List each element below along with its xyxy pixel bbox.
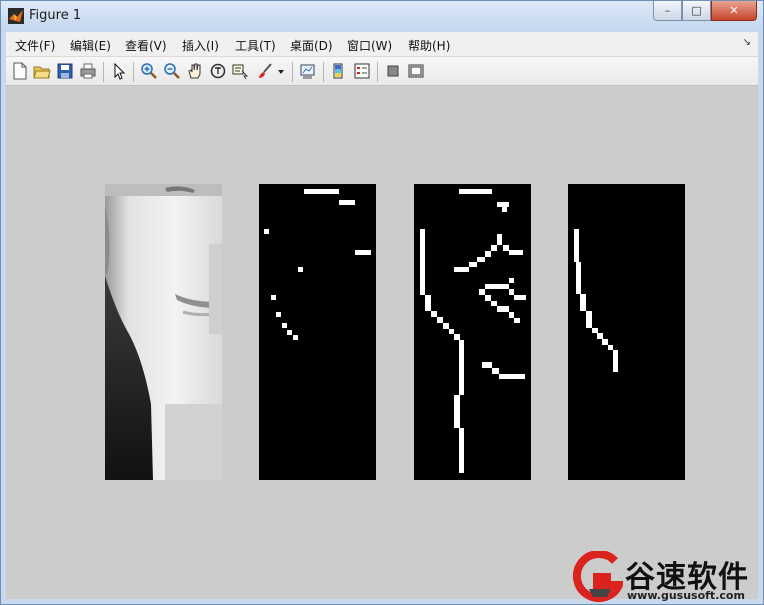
print-icon[interactable] (79, 62, 97, 80)
toolbar-separator (133, 62, 134, 82)
close-button[interactable]: ✕ (711, 1, 757, 21)
menu-file[interactable]: 文件(F) (15, 37, 55, 54)
data-cursor-icon[interactable] (232, 62, 250, 80)
edit-plot-arrow-icon[interactable] (110, 62, 128, 80)
menu-insert[interactable]: 插入(I) (182, 37, 219, 54)
toolbar-separator (103, 62, 104, 82)
grayscale-face-image (105, 184, 222, 480)
edge-map-2-svg (420, 189, 526, 473)
close-icon: ✕ (729, 4, 739, 17)
edge-map-1-svg (264, 189, 371, 340)
grayscale-face-svg (105, 184, 222, 480)
window-title: Figure 1 (29, 8, 82, 23)
insert-colorbar-icon[interactable] (330, 62, 348, 80)
menu-view[interactable]: 查看(V) (125, 37, 167, 54)
new-figure-icon[interactable] (11, 62, 29, 80)
toolbar-separator (292, 62, 293, 82)
toolbar-separator (377, 62, 378, 82)
rotate-3d-icon[interactable] (209, 62, 227, 80)
edge-map-3-svg (574, 229, 618, 372)
edge-map-3 (568, 184, 685, 480)
edge-map-2 (414, 184, 531, 480)
menu-bar: 文件(F) 编辑(E) 查看(V) 插入(I) 工具(T) 桌面(D) 窗口(W… (6, 32, 758, 57)
figure-toolbar (6, 57, 758, 86)
gusu-logo-icon (572, 551, 623, 602)
pan-hand-icon[interactable] (186, 62, 204, 80)
figure-window: Figure 1 – □ ✕ 文件(F) 编辑(E) 查看(V) 插入(I) 工… (0, 0, 764, 605)
menu-desktop[interactable]: 桌面(D) (290, 37, 333, 54)
minimize-icon: – (664, 4, 671, 17)
figure-canvas[interactable] (6, 86, 758, 599)
toolbar-separator (323, 62, 324, 82)
maximize-icon: □ (691, 4, 702, 17)
matlab-icon (8, 8, 24, 24)
open-file-icon[interactable] (33, 62, 51, 80)
watermark: 谷速软件 www.gususoft.com (565, 551, 764, 605)
brush-dropdown-icon[interactable] (276, 62, 286, 80)
menu-tools[interactable]: 工具(T) (235, 37, 276, 54)
show-plot-tools-icon[interactable] (407, 62, 425, 80)
insert-legend-icon[interactable] (353, 62, 371, 80)
edge-map-1 (259, 184, 376, 480)
save-icon[interactable] (56, 62, 74, 80)
caption-buttons: – □ ✕ (653, 1, 757, 21)
minimize-button[interactable]: – (653, 1, 682, 21)
menu-overflow-icon[interactable]: ↘ (743, 37, 751, 48)
menu-help[interactable]: 帮助(H) (408, 37, 450, 54)
zoom-in-icon[interactable] (140, 62, 158, 80)
link-plot-icon[interactable] (299, 62, 317, 80)
maximize-button[interactable]: □ (682, 1, 711, 21)
menu-edit[interactable]: 编辑(E) (70, 37, 111, 54)
menu-window[interactable]: 窗口(W) (347, 37, 392, 54)
hide-plot-tools-icon[interactable] (384, 62, 402, 80)
watermark-url: www.gususoft.com (627, 589, 745, 602)
brush-icon[interactable] (256, 62, 274, 80)
title-bar[interactable]: Figure 1 – □ ✕ (1, 1, 763, 31)
zoom-out-icon[interactable] (163, 62, 181, 80)
